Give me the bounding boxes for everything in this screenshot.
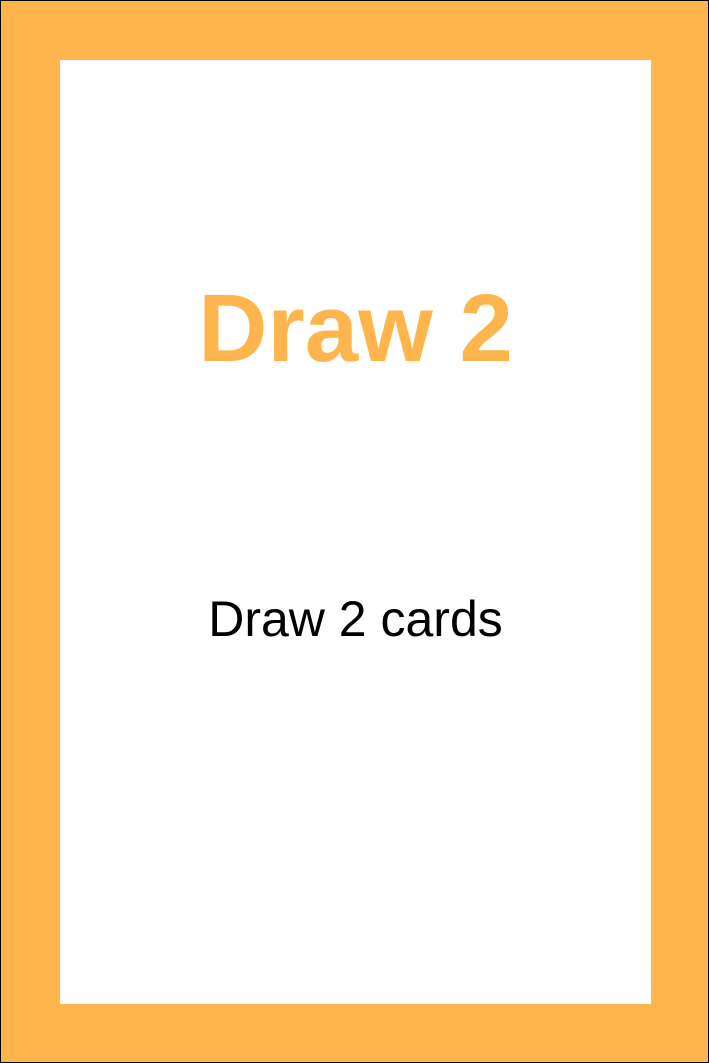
card-description: Draw 2 cards: [208, 591, 503, 647]
card-title: Draw 2: [198, 275, 513, 382]
card-face: Draw 2 Draw 2 cards: [60, 60, 651, 1004]
action-card[interactable]: Draw 2 Draw 2 cards: [0, 0, 709, 1063]
